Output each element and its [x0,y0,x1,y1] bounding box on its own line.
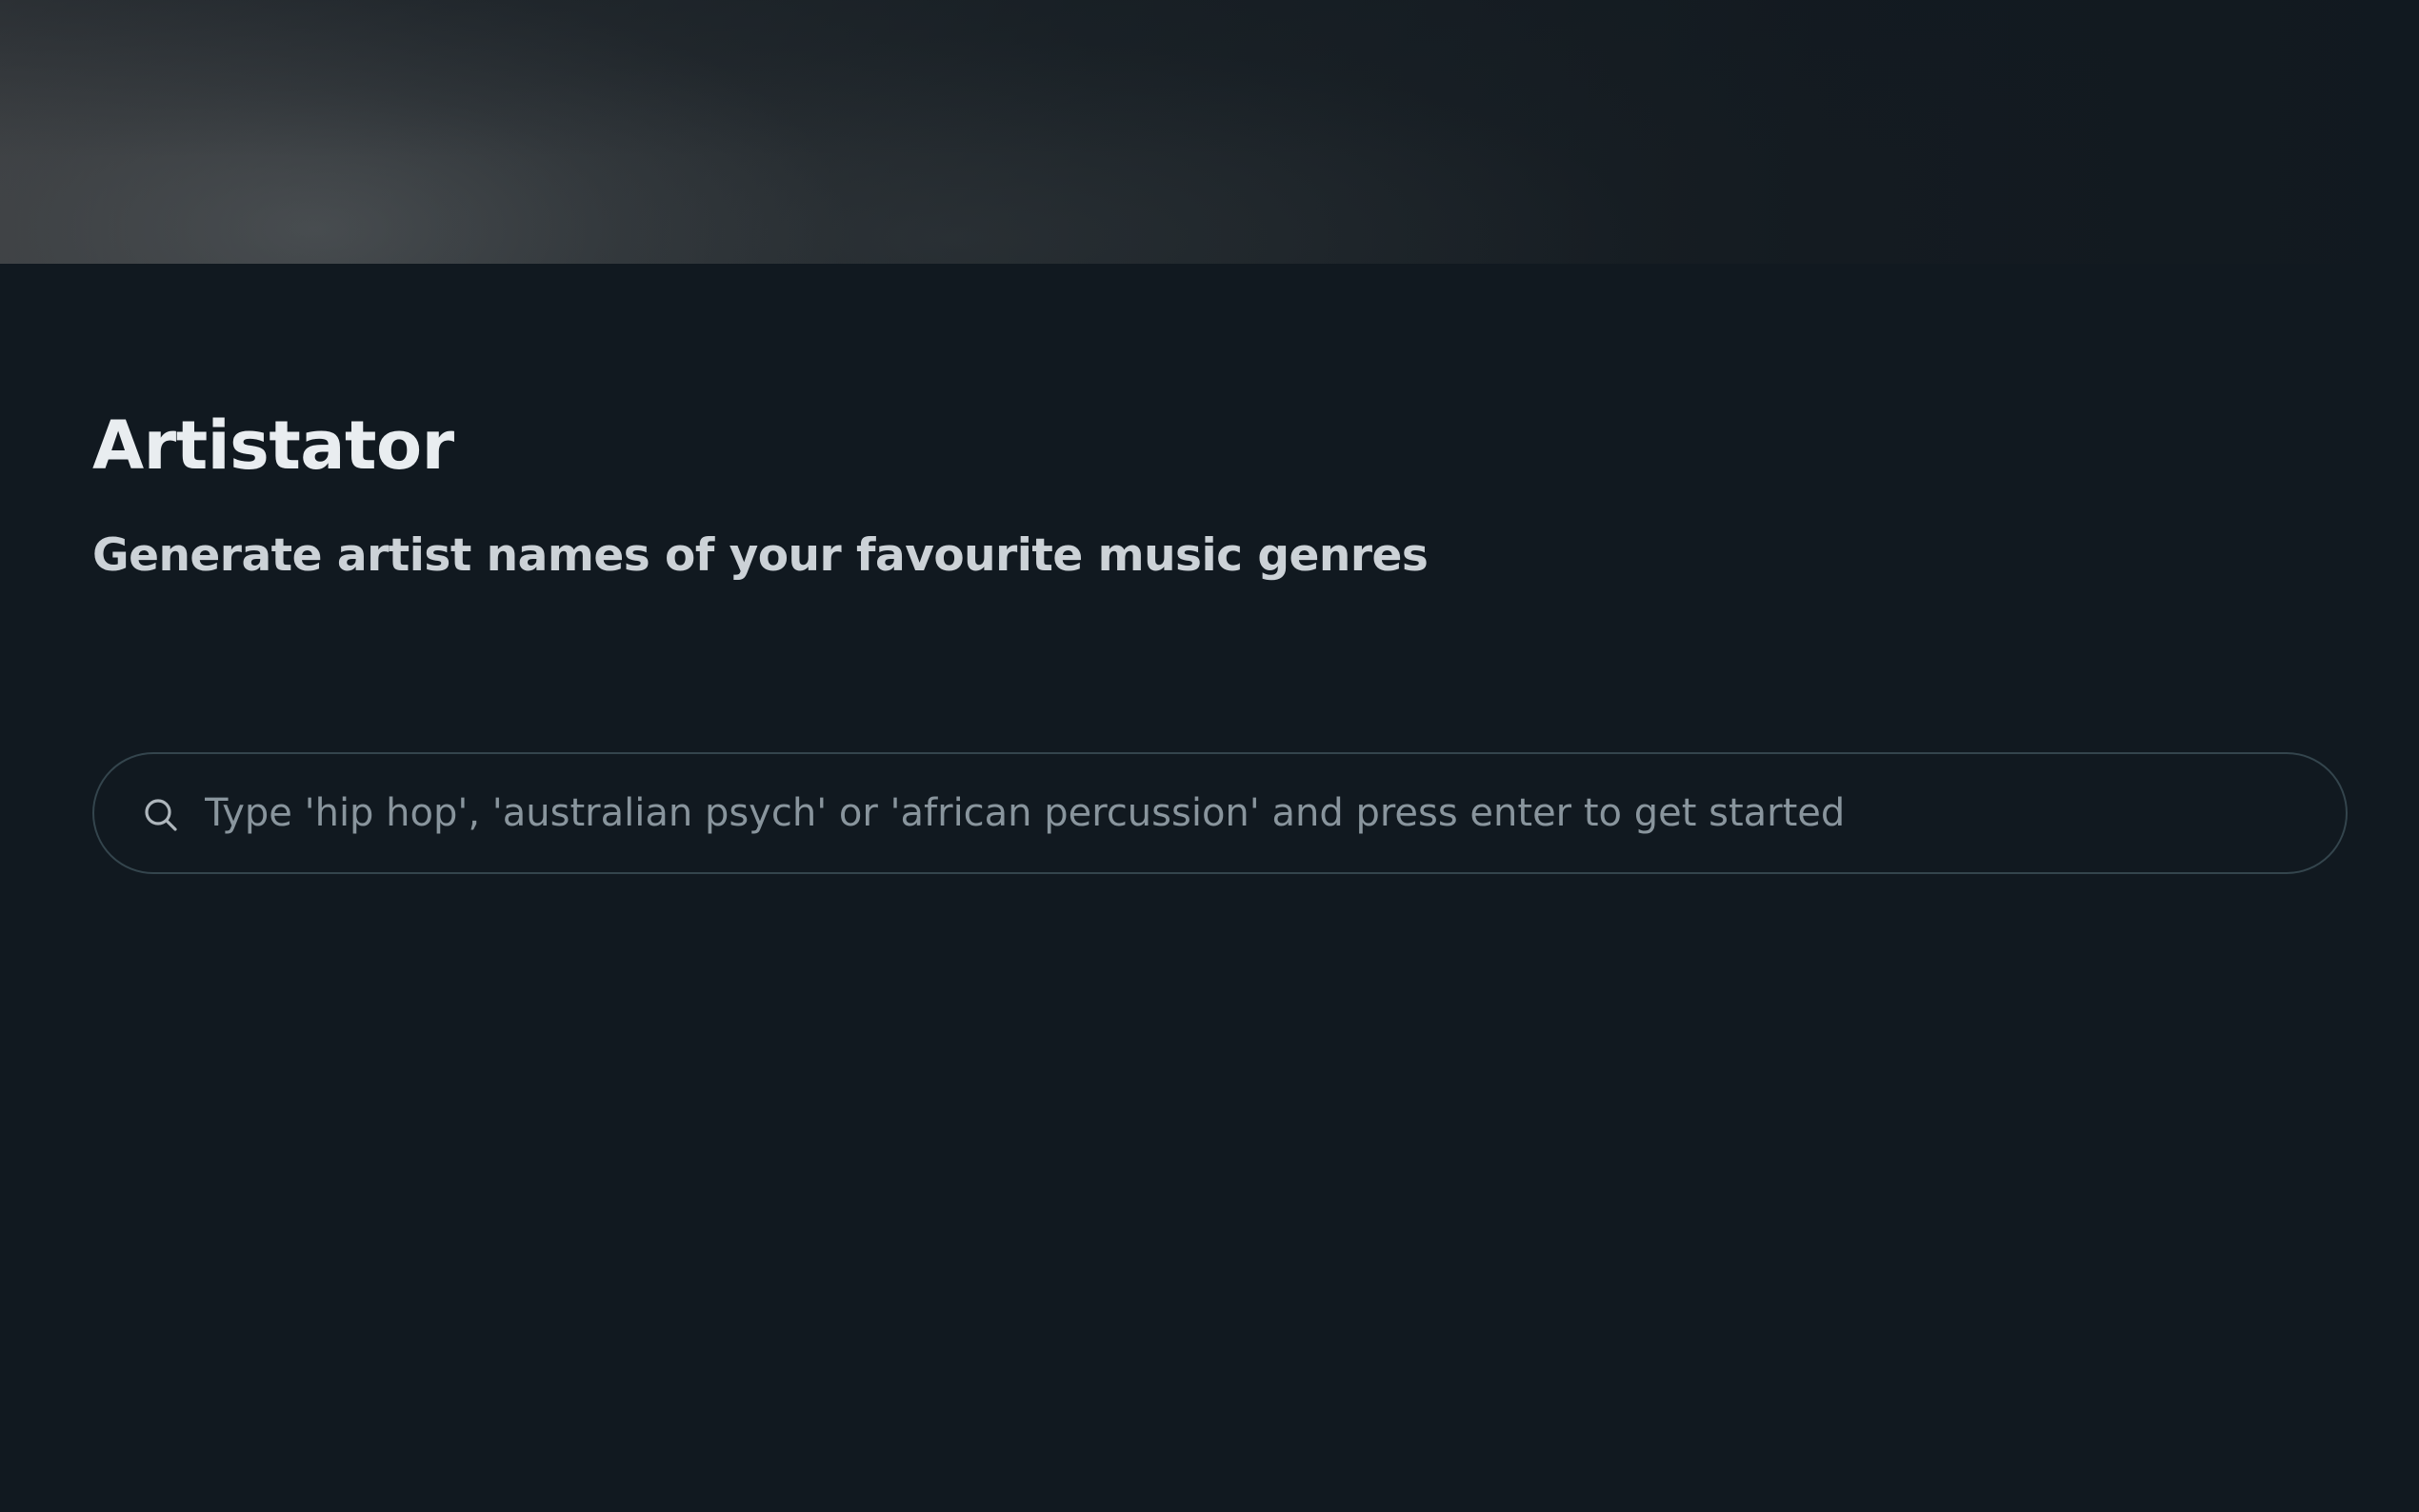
search-icon [142,796,180,834]
search-box[interactable] [92,752,2348,874]
page-title: Artistator [92,407,454,485]
search-input[interactable] [205,773,2300,853]
page: Artistator Generate artist names of your… [0,0,2419,1512]
page-subtitle: Generate artist names of your favourite … [92,529,1429,582]
hero-banner [0,0,2419,264]
